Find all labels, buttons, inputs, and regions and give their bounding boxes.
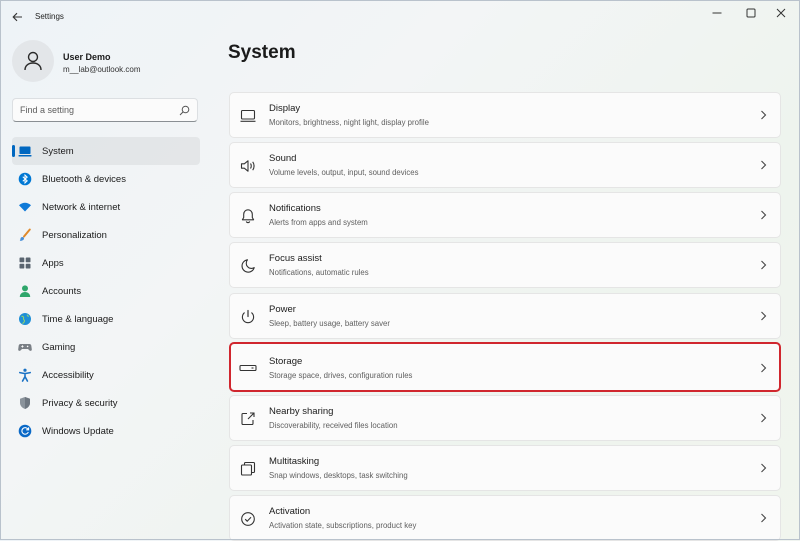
- close-button[interactable]: [768, 5, 794, 21]
- card-title: Activation: [269, 506, 311, 517]
- sidebar-item-apps[interactable]: Apps: [12, 249, 200, 277]
- chevron-right-icon: [761, 110, 767, 120]
- apps-icon: [18, 256, 32, 270]
- wifi-icon: [18, 200, 32, 214]
- sidebar-item-accessibility[interactable]: Accessibility: [12, 361, 200, 389]
- chevron-right-icon: [761, 513, 767, 523]
- activation-icon: [239, 510, 257, 528]
- page-title: System: [228, 42, 296, 63]
- sidebar-item-label: Network & internet: [42, 202, 121, 213]
- sidebar-item-label: Personalization: [42, 230, 107, 241]
- shield-icon: [18, 396, 32, 410]
- card-title: Power: [269, 304, 296, 315]
- sidebar-item-label: Accessibility: [42, 370, 94, 381]
- chevron-right-icon: [761, 463, 767, 473]
- card-subtitle: Snap windows, desktops, task switching: [269, 471, 408, 480]
- sidebar-item-label: Bluetooth & devices: [42, 174, 126, 185]
- card-subtitle: Notifications, automatic rules: [269, 268, 369, 277]
- minimize-button[interactable]: [704, 5, 730, 21]
- chevron-right-icon: [761, 260, 767, 270]
- person-icon: [18, 284, 32, 298]
- sidebar-item-label: Accounts: [42, 286, 82, 297]
- chevron-right-icon: [761, 363, 767, 373]
- selected-indicator: [12, 145, 15, 157]
- bell-icon: [239, 207, 257, 225]
- app-title: Settings: [35, 12, 64, 21]
- card-subtitle: Alerts from apps and system: [269, 218, 368, 227]
- sidebar-item-label: Apps: [42, 258, 64, 269]
- chevron-right-icon: [761, 311, 767, 321]
- share-icon: [239, 410, 257, 428]
- sidebar-item-accounts[interactable]: Accounts: [12, 277, 200, 305]
- sidebar-item-label: Time & language: [42, 314, 114, 325]
- search-box[interactable]: [12, 98, 198, 122]
- card-subtitle: Monitors, brightness, night light, displ…: [269, 118, 429, 127]
- minimize-icon: [712, 12, 722, 14]
- speaker-icon: [239, 157, 257, 175]
- sidebar-nav: System Bluetooth & devices Network & int…: [12, 137, 200, 445]
- multitask-icon: [239, 460, 257, 478]
- card-nearby-sharing[interactable]: Nearby sharing Discoverability, received…: [229, 395, 781, 441]
- search-input[interactable]: [20, 103, 170, 117]
- bluetooth-icon: [18, 172, 32, 186]
- brush-icon: [18, 228, 32, 242]
- globe-icon: [18, 312, 32, 326]
- chevron-right-icon: [761, 413, 767, 423]
- card-subtitle: Volume levels, output, input, sound devi…: [269, 168, 419, 177]
- card-subtitle: Sleep, battery usage, battery saver: [269, 319, 390, 328]
- card-activation[interactable]: Activation Activation state, subscriptio…: [229, 495, 781, 541]
- card-subtitle: Discoverability, received files location: [269, 421, 398, 430]
- maximize-button[interactable]: [738, 5, 764, 21]
- sidebar-item-label: Windows Update: [42, 426, 114, 437]
- card-title: Multitasking: [269, 456, 320, 467]
- card-title: Notifications: [269, 203, 321, 214]
- card-title: Sound: [269, 153, 297, 164]
- card-power[interactable]: Power Sleep, battery usage, battery save…: [229, 293, 781, 339]
- sidebar-item-label: System: [42, 146, 74, 157]
- display-icon: [239, 107, 257, 125]
- sidebar-item-personalization[interactable]: Personalization: [12, 221, 200, 249]
- update-icon: [18, 424, 32, 438]
- card-subtitle: Activation state, subscriptions, product…: [269, 521, 417, 530]
- sidebar-item-privacy-security[interactable]: Privacy & security: [12, 389, 200, 417]
- search-icon[interactable]: [179, 105, 190, 116]
- avatar[interactable]: [12, 40, 54, 82]
- card-storage[interactable]: Storage Storage space, drives, configura…: [229, 342, 781, 392]
- title-bar: Settings: [0, 0, 800, 34]
- sidebar-item-gaming[interactable]: Gaming: [12, 333, 200, 361]
- card-focus-assist[interactable]: Focus assist Notifications, automatic ru…: [229, 242, 781, 288]
- card-sound[interactable]: Sound Volume levels, output, input, soun…: [229, 142, 781, 188]
- card-title: Nearby sharing: [269, 406, 334, 417]
- accessibility-icon: [18, 368, 32, 382]
- card-title: Display: [269, 103, 301, 114]
- card-display[interactable]: Display Monitors, brightness, night ligh…: [229, 92, 781, 138]
- user-email: m__lab@outlook.com: [63, 65, 141, 74]
- storage-icon: [239, 359, 257, 377]
- maximize-icon: [746, 8, 756, 18]
- sidebar-item-time-language[interactable]: Time & language: [12, 305, 200, 333]
- moon-icon: [239, 257, 257, 275]
- back-arrow-icon: [11, 12, 22, 22]
- card-title: Focus assist: [269, 253, 322, 264]
- gamepad-icon: [18, 340, 32, 354]
- card-multitasking[interactable]: Multitasking Snap windows, desktops, tas…: [229, 445, 781, 491]
- back-button[interactable]: [9, 9, 25, 25]
- card-subtitle: Storage space, drives, configuration rul…: [269, 371, 413, 380]
- sidebar-item-system[interactable]: System: [12, 137, 200, 165]
- sidebar-item-label: Gaming: [42, 342, 76, 353]
- laptop-icon: [18, 144, 32, 158]
- card-title: Storage: [269, 356, 303, 367]
- user-name: User Demo: [63, 52, 111, 62]
- chevron-right-icon: [761, 210, 767, 220]
- sidebar-item-windows-update[interactable]: Windows Update: [12, 417, 200, 445]
- card-notifications[interactable]: Notifications Alerts from apps and syste…: [229, 192, 781, 238]
- chevron-right-icon: [761, 160, 767, 170]
- close-icon: [776, 8, 786, 18]
- person-avatar-icon: [24, 51, 42, 71]
- sidebar-item-label: Privacy & security: [42, 398, 118, 409]
- power-icon: [239, 308, 257, 326]
- sidebar-item-bluetooth[interactable]: Bluetooth & devices: [12, 165, 200, 193]
- sidebar-item-network[interactable]: Network & internet: [12, 193, 200, 221]
